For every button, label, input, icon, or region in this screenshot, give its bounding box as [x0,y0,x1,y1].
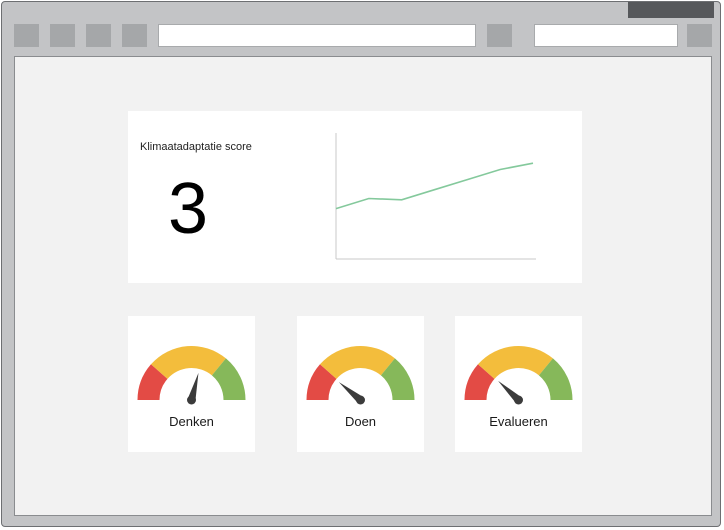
toolbar-button-1[interactable] [14,24,39,47]
gauge-dial [464,346,573,405]
score-card: Klimaatadaptatie score 3 [128,111,582,283]
gauge-dial [306,346,415,405]
gauge-label-doen: Doen [344,414,377,429]
gauge-card-denken: Denken [128,316,255,452]
gauge-needle-hub [187,395,196,405]
gauge-needle-hub [356,395,365,405]
toolbar-button-3[interactable] [86,24,111,47]
menu-button[interactable] [687,24,712,47]
search-input[interactable] [534,24,678,47]
trend-line [335,162,534,210]
gauge-needle-hub [514,395,523,405]
gauge-label-evalueren: Evalueren [489,414,548,429]
score-value: 3 [168,169,209,249]
gauge-dial [137,346,246,405]
toolbar-button-5[interactable] [487,24,512,47]
page-viewport: Klimaatadaptatie score 3 Denken Doen Eva… [14,56,712,516]
gauge-card-evalueren: Evalueren [455,316,582,452]
toolbar-button-2[interactable] [50,24,75,47]
score-title: Klimaatadaptatie score [140,141,252,153]
gauge-card-doen: Doen [297,316,424,452]
toolbar-button-4[interactable] [122,24,147,47]
window-corner-tab [628,2,714,18]
gauge-label-denken: Denken [169,414,214,429]
score-trend-chart [335,133,536,260]
address-bar[interactable] [158,24,476,47]
browser-window: Klimaatadaptatie score 3 Denken Doen Eva… [1,1,721,527]
